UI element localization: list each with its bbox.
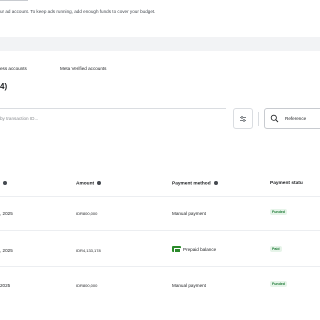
column-header-amount[interactable]: Amount [76, 180, 102, 186]
funds-notice: ur ad account. To keep ads running, add … [0, 9, 156, 14]
prepaid-balance-icon [172, 246, 181, 253]
filter-sliders-icon [240, 115, 246, 122]
account-tabs: ess accounts Meta Verified accounts [0, 66, 320, 75]
status-badge: Paid [270, 246, 282, 252]
info-icon[interactable] [3, 181, 7, 185]
row-1-status: Funded [270, 209, 287, 215]
notice-band [0, 37, 320, 51]
transactions-count: 4) [0, 82, 8, 91]
reference-label: Reference [285, 116, 307, 121]
transaction-search-input[interactable] [0, 113, 200, 123]
info-icon[interactable] [213, 180, 218, 185]
row-divider [0, 266, 320, 267]
status-badge: Funded [270, 281, 287, 287]
row-divider [0, 230, 320, 231]
toolbar-separator [258, 112, 259, 126]
column-header-payment-status[interactable]: Payment statu [270, 181, 303, 186]
reference-search-field[interactable]: Reference [264, 108, 320, 129]
row-2-amount: IDR4,133,178 [76, 248, 101, 253]
row-divider [0, 196, 320, 197]
row-2-status: Paid [270, 246, 282, 252]
row-2-payment-method: Prepaid balance [172, 246, 216, 253]
row-3-date: 2025 [0, 283, 11, 288]
row-1-date: , 2025 [0, 211, 13, 216]
row-3-status: Funded [270, 281, 287, 287]
top-divider [0, 0, 28, 1]
tab-meta-verified-accounts[interactable]: Meta Verified accounts [60, 66, 106, 71]
info-icon[interactable] [97, 180, 102, 185]
row-3-payment-method: Manual payment [172, 283, 206, 288]
column-header-date[interactable] [3, 181, 7, 186]
tab-business-accounts[interactable]: ess accounts [0, 66, 27, 71]
row-1-payment-method: Manual payment [172, 211, 206, 216]
search-icon [270, 114, 279, 123]
status-badge: Funded [270, 209, 287, 215]
row-3-amount: IDR800,000 [76, 283, 98, 288]
row-2-date: , 2025 [0, 248, 13, 253]
column-header-payment-method[interactable]: Payment method [172, 180, 218, 186]
search-divider [0, 108, 226, 109]
row-1-amount: IDR800,000 [76, 211, 98, 216]
filter-button[interactable] [233, 108, 253, 129]
